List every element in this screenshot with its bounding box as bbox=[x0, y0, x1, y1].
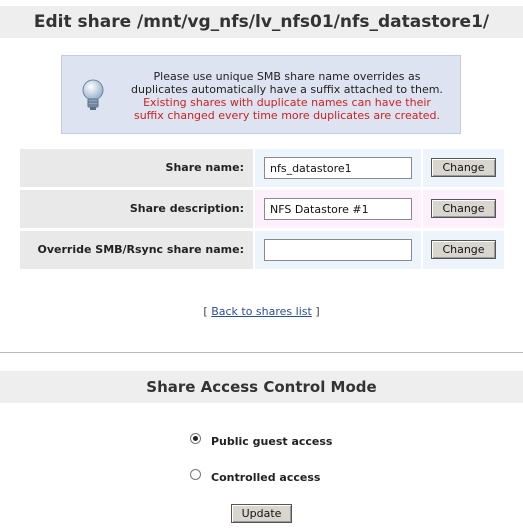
access-section-title: Share Access Control Mode bbox=[0, 371, 523, 403]
update-button[interactable]: Update bbox=[231, 504, 292, 523]
radio-selected-dot bbox=[193, 436, 198, 441]
info-warning-1: Existing shares with duplicate names can… bbox=[143, 96, 431, 109]
info-text: Please use unique SMB share name overrid… bbox=[122, 70, 452, 122]
share-description-input[interactable] bbox=[264, 198, 412, 220]
public-access-label: Public guest access bbox=[211, 435, 333, 448]
info-line-2: duplicates automatically have a suffix a… bbox=[131, 83, 443, 96]
override-name-label: Override SMB/Rsync share name: bbox=[20, 231, 253, 269]
override-name-row: Override SMB/Rsync share name: Change bbox=[20, 231, 504, 269]
override-name-input[interactable] bbox=[264, 239, 412, 261]
lightbulb-icon bbox=[81, 78, 105, 112]
section-divider bbox=[0, 352, 523, 353]
override-name-change-button[interactable]: Change bbox=[431, 240, 496, 259]
page-title: Edit share /mnt/vg_nfs/lv_nfs01/nfs_data… bbox=[0, 6, 523, 38]
public-access-radio[interactable] bbox=[190, 433, 201, 444]
controlled-access-radio[interactable] bbox=[190, 469, 201, 480]
share-description-row: Share description: Change bbox=[20, 190, 504, 228]
back-nav: [ Back to shares list ] bbox=[0, 305, 523, 318]
share-description-label: Share description: bbox=[20, 190, 253, 228]
close-bracket: ] bbox=[315, 305, 320, 318]
share-name-change-button[interactable]: Change bbox=[431, 158, 496, 177]
share-name-label: Share name: bbox=[20, 149, 253, 187]
info-line-1: Please use unique SMB share name overrid… bbox=[153, 70, 421, 83]
info-warning-2: suffix changed every time more duplicate… bbox=[133, 109, 441, 122]
info-notice: Please use unique SMB share name overrid… bbox=[61, 55, 461, 134]
share-name-input[interactable] bbox=[264, 157, 412, 179]
back-to-shares-link[interactable]: Back to shares list bbox=[211, 305, 312, 318]
share-description-change-button[interactable]: Change bbox=[431, 199, 496, 218]
share-name-row: Share name: Change bbox=[20, 149, 504, 187]
open-bracket: [ bbox=[203, 305, 208, 318]
controlled-access-label: Controlled access bbox=[211, 471, 321, 484]
